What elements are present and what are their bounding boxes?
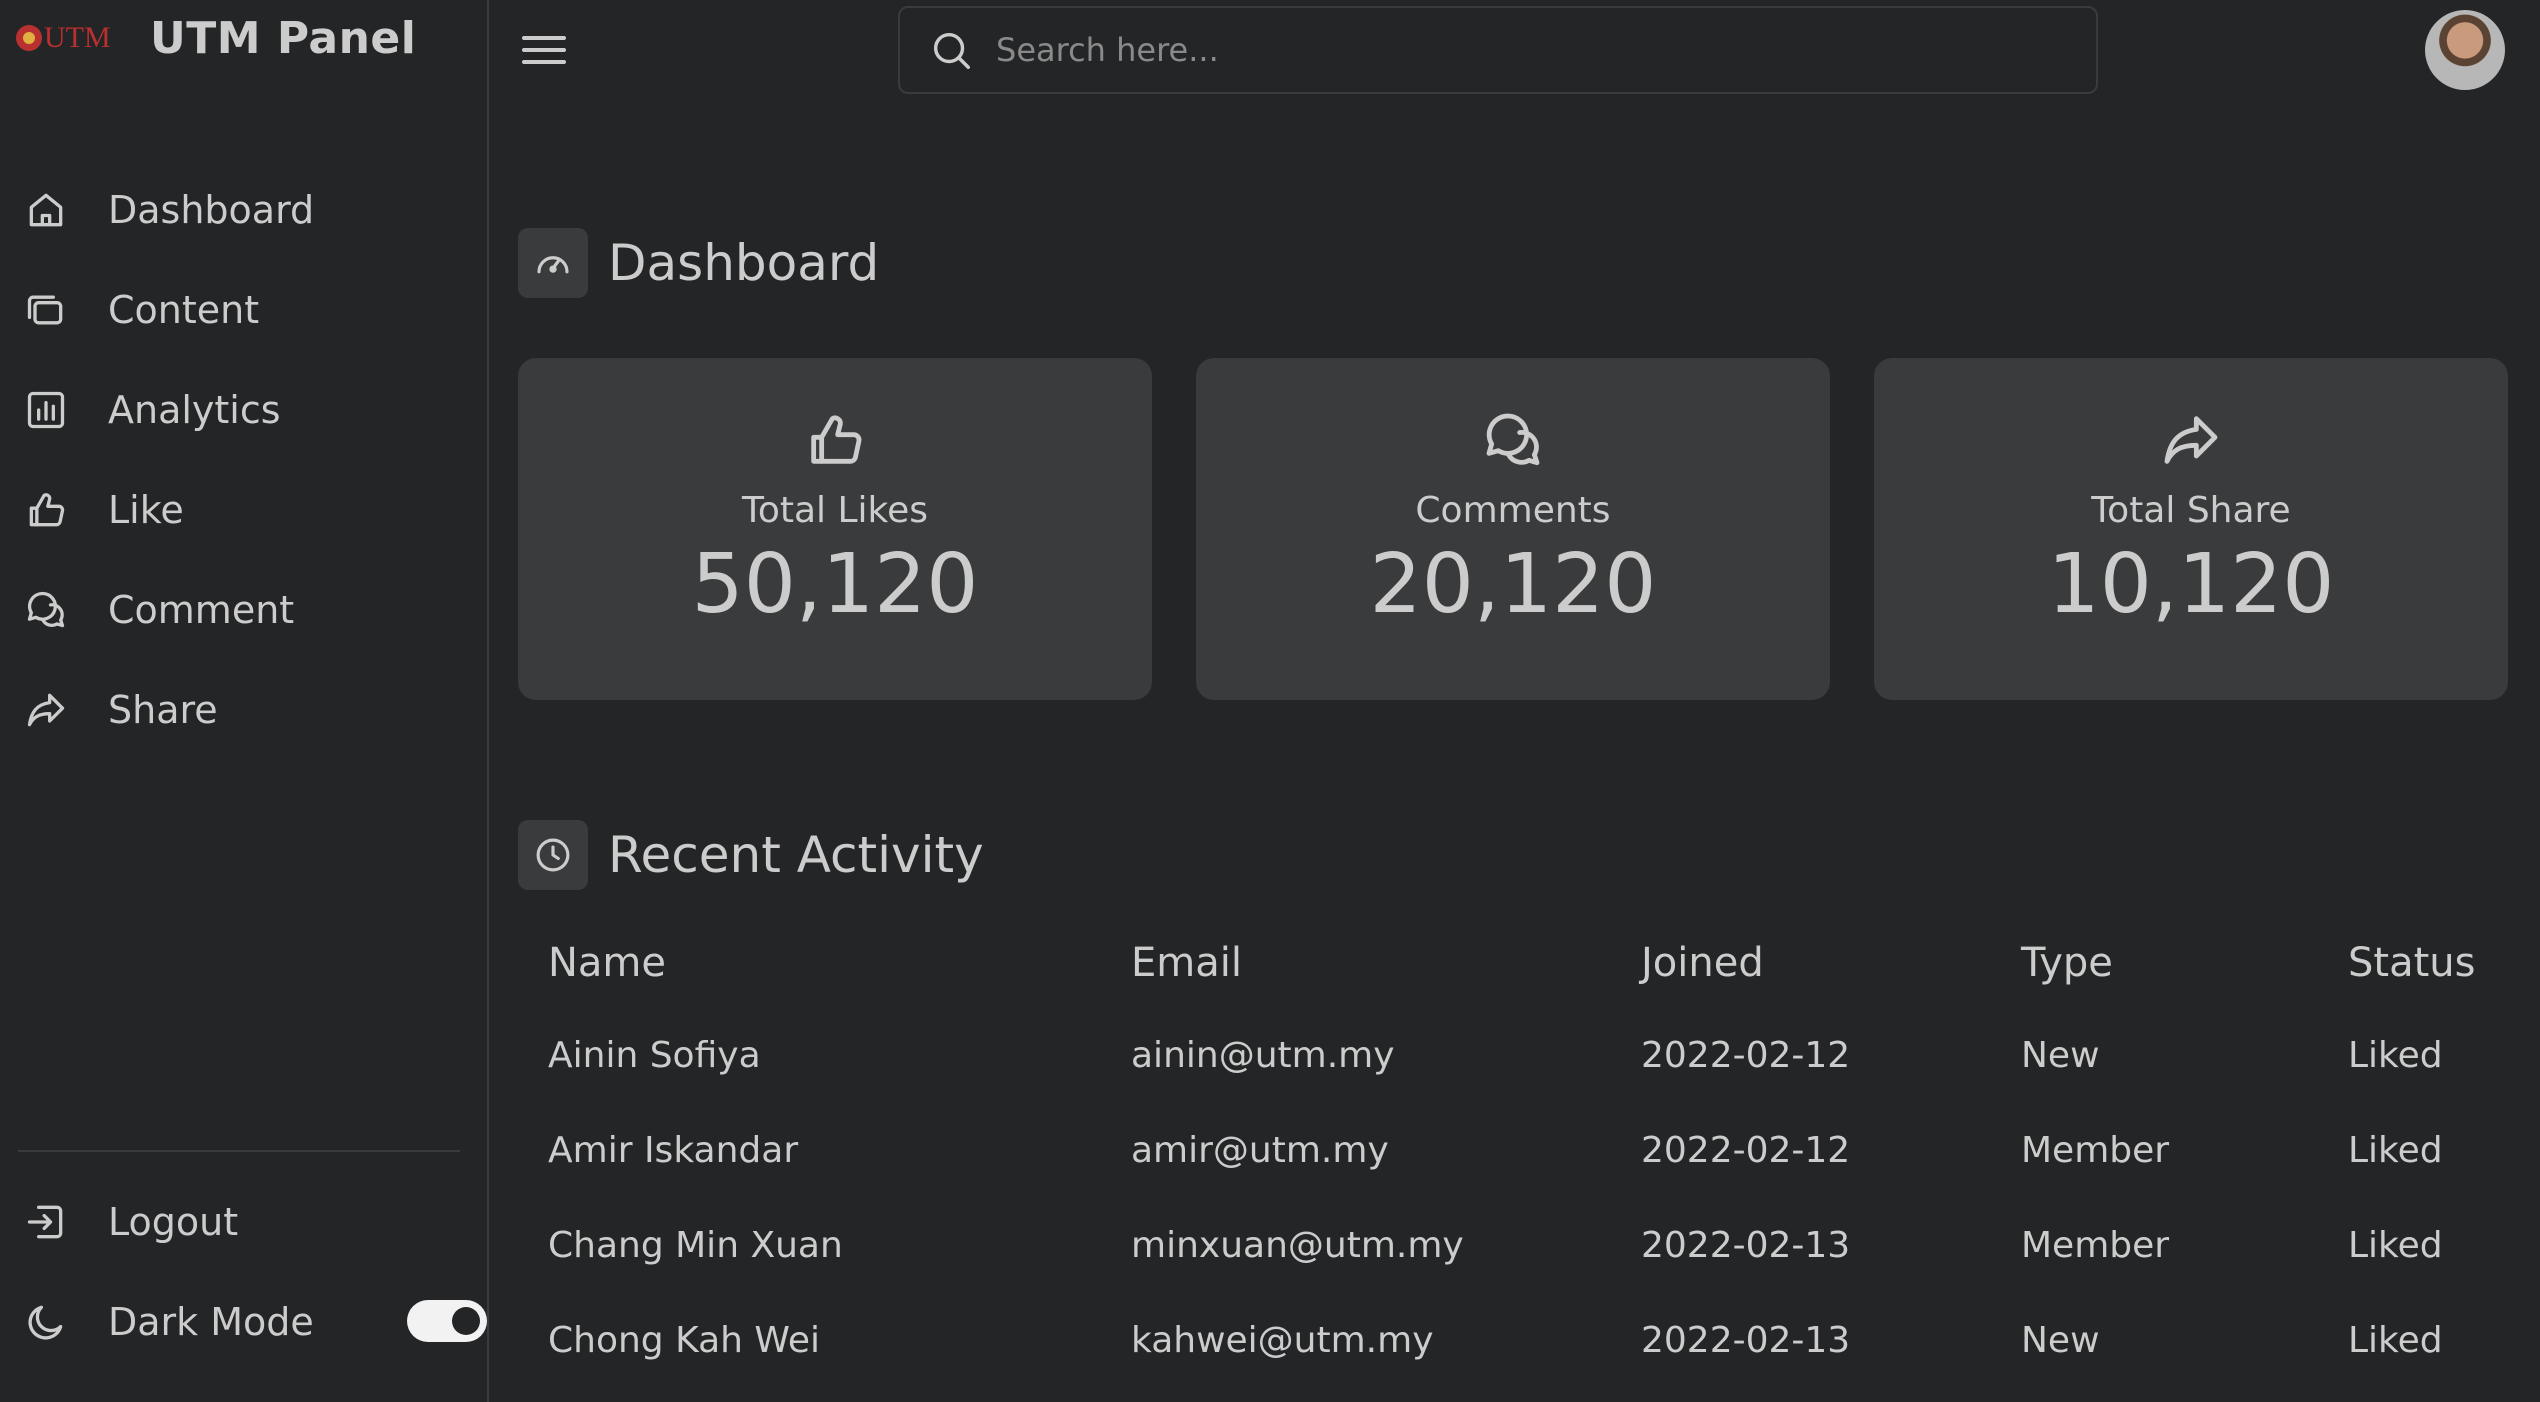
column-header: Email	[1131, 940, 1242, 986]
search-box	[898, 6, 2098, 94]
hamburger-icon	[522, 36, 566, 64]
cell-email: kahwei@utm.my	[1131, 1320, 1434, 1361]
stat-value: 20,120	[1369, 537, 1657, 632]
comments-icon	[27, 591, 65, 628]
toggle-knob	[452, 1307, 480, 1335]
dashboard-icon-box	[518, 228, 588, 298]
cell-joined: 2022-02-13	[1641, 1320, 1851, 1361]
column-header: Type	[2021, 940, 2113, 986]
stat-card-comments: Comments 20,120	[1196, 358, 1830, 700]
sidebar-item-comment[interactable]: Comment	[24, 560, 314, 660]
recent-activity-heading: Recent Activity	[518, 820, 984, 890]
cell-joined: 2022-02-13	[1641, 1225, 1851, 1266]
sidebar-item-label: Share	[108, 688, 218, 732]
utm-logo: UTM	[16, 21, 128, 55]
cell-email: amir@utm.my	[1131, 1130, 1389, 1171]
dark-mode-row: Dark Mode	[24, 1272, 464, 1372]
section-title: Recent Activity	[608, 826, 984, 884]
sidebar-item-label: Content	[108, 288, 260, 332]
utm-seal-icon	[16, 25, 42, 51]
cell-type: New	[2021, 1320, 2100, 1361]
search-icon[interactable]	[928, 27, 974, 73]
stat-label: Comments	[1415, 490, 1611, 531]
cell-email: ainin@utm.my	[1131, 1035, 1395, 1076]
cell-joined: 2022-02-12	[1641, 1130, 1851, 1171]
share-icon	[27, 693, 65, 727]
cell-email: minxuan@utm.my	[1131, 1225, 1464, 1266]
dashboard-heading: Dashboard	[518, 228, 879, 298]
stat-value: 10,120	[2047, 537, 2335, 632]
app-title: UTM Panel	[150, 12, 417, 64]
page-title: Dashboard	[608, 234, 880, 292]
sidebar-item-label: Comment	[108, 588, 295, 632]
stat-card-likes: Total Likes 50,120	[518, 358, 1152, 700]
cell-status: Liked	[2348, 1320, 2443, 1361]
sidebar-item-content[interactable]: Content	[24, 260, 314, 360]
comments-icon	[1486, 413, 1540, 466]
share-icon	[2164, 416, 2218, 464]
dark-mode-label: Dark Mode	[108, 1300, 314, 1344]
sidebar-item-label: Analytics	[108, 388, 281, 432]
sidebar-nav: Dashboard Content Analytics Like Comment…	[24, 160, 314, 760]
cell-status: Liked	[2348, 1035, 2443, 1076]
logo-text: UTM	[44, 21, 111, 54]
files-icon	[27, 295, 63, 325]
cell-name: Ainin Sofiya	[548, 1035, 761, 1076]
sidebar-divider	[18, 1150, 460, 1152]
stat-label: Total Likes	[741, 490, 929, 531]
cell-joined: 2022-02-12	[1641, 1035, 1851, 1076]
stat-card-share: Total Share 10,120	[1874, 358, 2508, 700]
stat-label: Total Share	[2091, 490, 2291, 531]
moon-icon	[28, 1305, 63, 1340]
cell-name: Chong Kah Wei	[548, 1320, 821, 1361]
stat-value: 50,120	[691, 537, 979, 632]
sidebar-item-dashboard[interactable]: Dashboard	[24, 160, 314, 260]
activity-icon-box	[518, 820, 588, 890]
dark-mode-toggle[interactable]	[407, 1300, 487, 1342]
sidebar-item-like[interactable]: Like	[24, 460, 314, 560]
sidebar: UTM UTM Panel Dashboard Content Analytic…	[0, 0, 489, 1402]
brand[interactable]: UTM UTM Panel	[16, 8, 416, 68]
logout-label: Logout	[108, 1200, 239, 1244]
logout-button[interactable]: Logout	[24, 1172, 464, 1272]
sidebar-item-label: Dashboard	[108, 188, 315, 232]
speedometer-icon	[537, 256, 569, 274]
bar-chart-icon	[27, 391, 65, 429]
clock-icon	[536, 838, 570, 872]
thumbs-up-icon	[811, 415, 862, 464]
cell-name: Amir Iskandar	[548, 1130, 799, 1171]
search-input[interactable]	[996, 31, 2046, 69]
cell-type: Member	[2021, 1130, 2170, 1171]
sidebar-bottom: Logout Dark Mode	[24, 1172, 464, 1372]
sidebar-item-label: Like	[108, 488, 184, 532]
logout-icon	[27, 1205, 63, 1239]
column-header: Name	[548, 940, 667, 986]
cell-type: New	[2021, 1035, 2100, 1076]
cell-status: Liked	[2348, 1130, 2443, 1171]
cell-status: Liked	[2348, 1225, 2443, 1266]
cell-name: Chang Min Xuan	[548, 1225, 843, 1266]
column-header: Joined	[1641, 940, 1764, 986]
sidebar-item-analytics[interactable]: Analytics	[24, 360, 314, 460]
thumbs-up-icon	[29, 493, 65, 527]
menu-button[interactable]	[520, 30, 568, 70]
column-header: Status	[2348, 940, 2476, 986]
sidebar-item-share[interactable]: Share	[24, 660, 314, 760]
avatar[interactable]	[2425, 10, 2505, 90]
cell-type: Member	[2021, 1225, 2170, 1266]
home-icon	[29, 193, 63, 227]
